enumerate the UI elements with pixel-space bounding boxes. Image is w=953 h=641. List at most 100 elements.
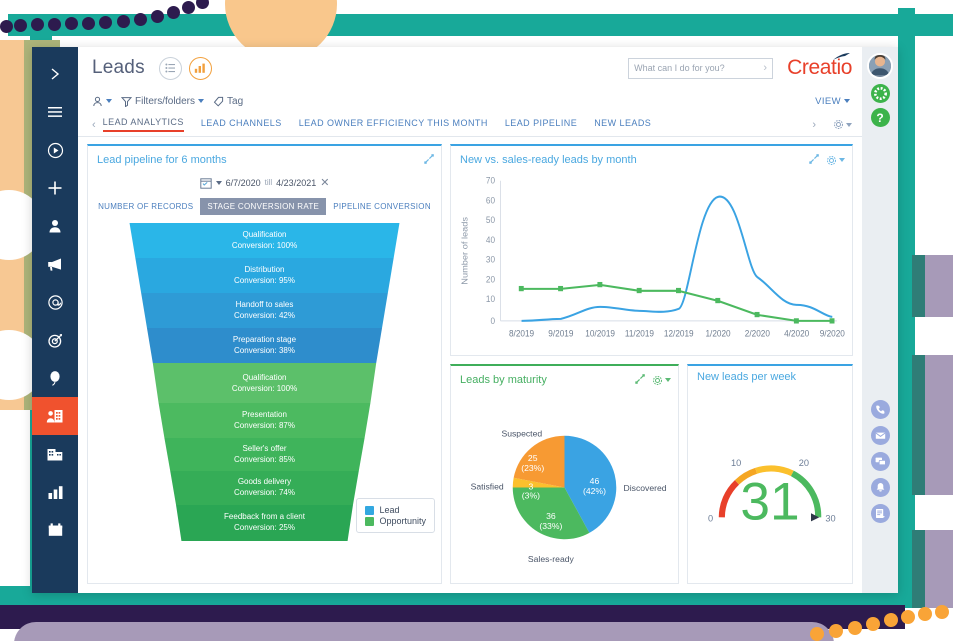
tabs-scroll-left-icon[interactable]: ‹: [92, 119, 96, 131]
pie-percent-sales-ready: (33%): [539, 521, 562, 531]
gauge-tick-20: 20: [799, 458, 809, 468]
gauge-chart: 0 10 20 30 31: [688, 385, 852, 583]
tab-lead-owner-efficiency[interactable]: LEAD OWNER EFFICIENCY THIS MONTH: [299, 118, 488, 131]
pie-value-discovered: 46: [590, 476, 600, 486]
funnel-mode-segmented-control: NUMBER OF RECORDS STAGE CONVERSION RATE …: [88, 198, 441, 215]
gauge-card-header: New leads per week: [688, 366, 852, 385]
seg-pipeline-conversion[interactable]: PIPELINE CONVERSION: [326, 198, 438, 215]
expand-icon[interactable]: [424, 151, 434, 169]
tabs-settings-dropdown[interactable]: [833, 119, 852, 130]
svg-text:1/2020: 1/2020: [705, 328, 730, 338]
notifications-button[interactable]: [870, 478, 890, 497]
notes-button[interactable]: [870, 504, 890, 523]
line-card-settings[interactable]: [826, 155, 845, 166]
funnel-seg-1[interactable]: [129, 223, 400, 258]
seg-stage-conversion-rate[interactable]: STAGE CONVERSION RATE: [200, 198, 327, 215]
user-avatar[interactable]: [867, 53, 893, 79]
funnel-seg-6[interactable]: [158, 403, 371, 438]
pie-label-suspected: Suspected: [501, 429, 542, 439]
line-card-header: New vs. sales-ready leads by month: [451, 146, 852, 171]
dashboard-bottom-row: Leads by maturity 46 (42%) 36 (33%) 3 (3…: [450, 364, 853, 584]
tab-lead-pipeline[interactable]: LEAD PIPELINE: [505, 118, 577, 131]
svg-text:20: 20: [486, 274, 495, 284]
gauge-band-red: [718, 480, 740, 518]
tab-lead-channels[interactable]: LEAD CHANNELS: [201, 118, 282, 131]
tag-filter[interactable]: Tag: [213, 96, 243, 107]
help-button[interactable]: ?: [870, 108, 890, 127]
funnel-chart: Qualification Conversion: 100% Distribut…: [88, 223, 441, 543]
funnel-seg-4[interactable]: [146, 328, 383, 363]
expand-icon[interactable]: [635, 371, 645, 389]
decor-dot: [901, 610, 915, 624]
decor-dot: [829, 624, 843, 638]
pie-card-settings[interactable]: [652, 375, 671, 386]
list-view-button[interactable]: [158, 56, 182, 80]
sidebar-item-dashboards[interactable]: [32, 473, 78, 511]
decor-dot: [918, 607, 932, 621]
call-button[interactable]: [870, 400, 890, 419]
pie-value-suspected: 25: [528, 453, 538, 463]
funnel-seg-3[interactable]: [141, 293, 388, 328]
funnel-seg-2[interactable]: [135, 258, 394, 293]
sidebar-item-calendar[interactable]: [32, 511, 78, 549]
y-axis-label: Number of leads: [460, 216, 470, 284]
gear-icon: [827, 155, 836, 165]
bell-icon: [876, 483, 884, 492]
line-card-title: New vs. sales-ready leads by month: [460, 154, 637, 166]
calendar-icon[interactable]: [199, 177, 212, 189]
sidebar-item-leads[interactable]: [32, 397, 78, 435]
owner-filter[interactable]: [92, 96, 112, 107]
gauge-value: 31: [740, 472, 799, 531]
lead-pipeline-card-header: Lead pipeline for 6 months: [88, 146, 441, 171]
leads-by-maturity-card: Leads by maturity 46 (42%) 36 (33%) 3 (3…: [450, 364, 679, 584]
funnel-seg-9[interactable]: [176, 505, 353, 541]
sidebar-item-accounts[interactable]: [32, 435, 78, 473]
funnel-seg-5[interactable]: [152, 363, 377, 403]
funnel-seg-7[interactable]: [164, 438, 365, 471]
view-label: VIEW: [815, 95, 841, 107]
owner-caret-icon: [106, 99, 112, 103]
sidebar-item-run-process[interactable]: [32, 131, 78, 169]
tabs-row: ‹ LEAD ANALYTICS LEAD CHANNELS LEAD OWNE…: [78, 113, 862, 137]
tabs-scroll-right-icon[interactable]: ›: [812, 119, 816, 131]
pie-chart-svg: 46 (42%) 36 (33%) 3 (3%) 25 (23%) Discov…: [471, 429, 667, 564]
filter-bar: Filters/folders Tag VIEW: [78, 89, 862, 113]
legend-label-lead: Lead: [379, 505, 400, 515]
expand-icon[interactable]: [809, 151, 819, 169]
right-rail-comm-tools: [870, 400, 890, 593]
decor-dot: [48, 18, 61, 31]
analytics-view-button[interactable]: [188, 56, 212, 80]
svg-text:0: 0: [490, 316, 495, 326]
mail-button[interactable]: [870, 426, 890, 445]
pie-percent-suspected: (23%): [521, 463, 544, 473]
sidebar-item-expand-panel[interactable]: [32, 55, 78, 93]
sidebar-item-contacts[interactable]: [32, 207, 78, 245]
filters-folders-filter[interactable]: Filters/folders: [121, 96, 205, 107]
gear-icon: [873, 87, 887, 100]
view-dropdown[interactable]: VIEW: [815, 96, 850, 107]
gauge-tick-30: 30: [825, 513, 835, 523]
legend-item-lead: Lead: [365, 505, 426, 515]
brand-logo: Creatio: [787, 53, 852, 80]
sidebar-item-email[interactable]: [32, 283, 78, 321]
sidebar-item-add-record[interactable]: [32, 169, 78, 207]
svg-text:9/2019: 9/2019: [548, 328, 573, 338]
funnel-seg-8[interactable]: [170, 471, 359, 505]
sidebar-item-campaigns[interactable]: [32, 245, 78, 283]
global-search[interactable]: ›: [628, 57, 774, 79]
clear-date-filter-icon[interactable]: ✕: [320, 176, 329, 189]
svg-text:30: 30: [486, 254, 495, 264]
date-caret-icon[interactable]: [215, 180, 222, 185]
sidebar-item-targets[interactable]: [32, 321, 78, 359]
chat-button[interactable]: [870, 452, 890, 471]
svg-text:11/2019: 11/2019: [625, 328, 654, 338]
seg-number-of-records[interactable]: NUMBER OF RECORDS: [91, 198, 200, 215]
search-input[interactable]: [634, 63, 764, 73]
search-submit-icon[interactable]: ›: [763, 62, 767, 74]
sidebar-item-events[interactable]: [32, 359, 78, 397]
tab-lead-analytics[interactable]: LEAD ANALYTICS: [102, 117, 184, 132]
chat-icon: [875, 457, 886, 466]
sidebar-item-menu[interactable]: [32, 93, 78, 131]
tab-new-leads[interactable]: NEW LEADS: [594, 118, 651, 131]
settings-button[interactable]: [870, 84, 890, 103]
